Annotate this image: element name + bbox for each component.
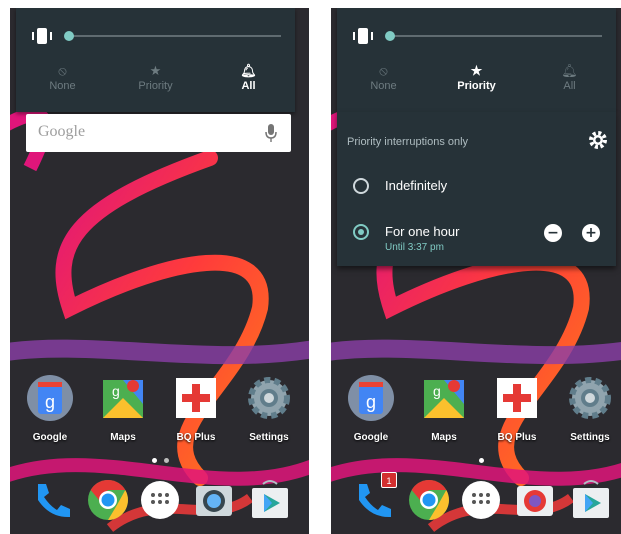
option-label: Indefinitely bbox=[385, 178, 448, 193]
maps-icon: g bbox=[103, 380, 143, 418]
bell-icon: 🔔︎ bbox=[240, 63, 257, 78]
interruptions-panel: ⦸ None ★ Priority 🔔︎ All bbox=[337, 8, 616, 112]
play-store-icon[interactable] bbox=[248, 478, 292, 522]
interruption-modes: ⦸ None ★ Priority 🔔︎ All bbox=[337, 62, 616, 102]
camera-icon[interactable] bbox=[192, 478, 236, 522]
left-phone-screen: ⦸ None ★ Priority 🔔︎ All Google g Google… bbox=[10, 8, 309, 534]
gear-icon[interactable] bbox=[588, 130, 608, 150]
settings-icon bbox=[248, 377, 290, 419]
block-icon: ⦸ bbox=[379, 63, 388, 78]
google-app-icon: g bbox=[348, 375, 394, 421]
svg-text:g: g bbox=[366, 392, 376, 412]
decrease-time-button[interactable]: − bbox=[544, 224, 562, 242]
phone-icon[interactable] bbox=[30, 478, 74, 522]
page-dot bbox=[152, 458, 157, 463]
volume-row bbox=[30, 26, 281, 46]
app-drawer-icon[interactable] bbox=[138, 478, 182, 522]
home-app-row: g Google g Maps BQ Plus Settings bbox=[10, 374, 309, 444]
interruption-modes: ⦸ None ★ Priority 🔔︎ All bbox=[16, 62, 295, 102]
google-app-icon: g bbox=[27, 375, 73, 421]
settings-icon bbox=[569, 377, 611, 419]
mode-label: Priority bbox=[457, 80, 496, 92]
mode-label: All bbox=[563, 80, 576, 92]
volume-slider-thumb[interactable] bbox=[64, 31, 74, 41]
app-drawer-icon[interactable] bbox=[459, 478, 503, 522]
app-label: Maps bbox=[110, 432, 136, 443]
mode-label: All bbox=[241, 80, 256, 92]
page-dot bbox=[479, 458, 484, 463]
option-indefinitely[interactable]: Indefinitely bbox=[353, 174, 608, 204]
play-store-icon[interactable] bbox=[569, 478, 613, 522]
app-bq-plus[interactable]: BQ Plus bbox=[487, 374, 547, 443]
option-label: For one hour bbox=[385, 224, 460, 239]
right-phone-screen: ⦸ None ★ Priority 🔔︎ All Priority interr… bbox=[331, 8, 621, 534]
chrome-icon[interactable] bbox=[407, 478, 451, 522]
mode-label: None bbox=[49, 80, 76, 92]
dock bbox=[10, 478, 309, 528]
bell-icon: 🔔︎ bbox=[561, 63, 578, 78]
mode-priority[interactable]: ★ Priority bbox=[109, 62, 202, 102]
svg-text:g: g bbox=[433, 383, 441, 399]
block-icon: ⦸ bbox=[58, 63, 67, 78]
mode-label: None bbox=[370, 80, 397, 92]
vibrate-icon[interactable] bbox=[30, 26, 54, 46]
option-sublabel: Until 3:37 pm bbox=[385, 242, 444, 253]
svg-text:g: g bbox=[45, 392, 55, 412]
priority-panel-title: Priority interruptions only bbox=[347, 136, 469, 148]
volume-slider-track[interactable] bbox=[70, 35, 281, 37]
search-placeholder: Google bbox=[38, 123, 86, 140]
mode-all[interactable]: 🔔︎ All bbox=[202, 62, 295, 102]
star-icon: ★ bbox=[470, 63, 483, 78]
mode-all[interactable]: 🔔︎ All bbox=[523, 62, 616, 102]
radio-button[interactable] bbox=[353, 178, 369, 194]
maps-icon: g bbox=[424, 380, 464, 418]
volume-slider-thumb[interactable] bbox=[385, 31, 395, 41]
bq-plus-icon bbox=[176, 378, 216, 418]
dock: 1 bbox=[331, 472, 621, 528]
svg-text:g: g bbox=[112, 383, 120, 399]
app-settings[interactable]: Settings bbox=[239, 374, 299, 443]
app-label: Google bbox=[32, 432, 68, 443]
app-bq-plus[interactable]: BQ Plus bbox=[166, 374, 226, 443]
app-maps[interactable]: g Maps bbox=[93, 374, 153, 443]
mic-icon[interactable] bbox=[265, 124, 277, 142]
home-app-row: g Google g Maps BQ Plus Settings bbox=[331, 374, 621, 444]
app-label: Google bbox=[353, 432, 389, 443]
vibrate-icon[interactable] bbox=[351, 26, 375, 46]
phone-app[interactable]: 1 bbox=[351, 472, 397, 522]
camera-icon[interactable] bbox=[513, 478, 557, 522]
option-one-hour[interactable]: For one hour Until 3:37 pm − + bbox=[353, 220, 608, 253]
priority-options-panel: Priority interruptions only Indefinitely… bbox=[337, 112, 616, 266]
mode-none[interactable]: ⦸ None bbox=[16, 62, 109, 102]
chrome-icon[interactable] bbox=[86, 478, 130, 522]
app-settings[interactable]: Settings bbox=[560, 374, 620, 443]
radio-button-selected[interactable] bbox=[353, 224, 369, 240]
app-label: Maps bbox=[431, 432, 457, 443]
volume-row bbox=[351, 26, 602, 46]
interruptions-panel: ⦸ None ★ Priority 🔔︎ All bbox=[16, 8, 295, 112]
google-search-bar[interactable]: Google bbox=[26, 114, 291, 152]
app-google[interactable]: g Google bbox=[20, 374, 80, 443]
missed-call-badge: 1 bbox=[381, 472, 397, 488]
mode-none[interactable]: ⦸ None bbox=[337, 62, 430, 102]
app-label: Settings bbox=[249, 432, 289, 443]
app-maps[interactable]: g Maps bbox=[414, 374, 474, 443]
page-indicator bbox=[10, 458, 309, 466]
app-google[interactable]: g Google bbox=[341, 374, 401, 443]
page-indicator bbox=[331, 458, 621, 466]
page-dot bbox=[164, 458, 169, 463]
mode-priority[interactable]: ★ Priority bbox=[430, 62, 523, 102]
increase-time-button[interactable]: + bbox=[582, 224, 600, 242]
mode-label: Priority bbox=[138, 80, 173, 92]
app-label: Settings bbox=[570, 432, 610, 443]
bq-plus-icon bbox=[497, 378, 537, 418]
volume-slider-track[interactable] bbox=[391, 35, 602, 37]
star-icon: ★ bbox=[149, 63, 162, 78]
app-label: BQ Plus bbox=[176, 432, 216, 443]
app-label: BQ Plus bbox=[497, 432, 537, 443]
